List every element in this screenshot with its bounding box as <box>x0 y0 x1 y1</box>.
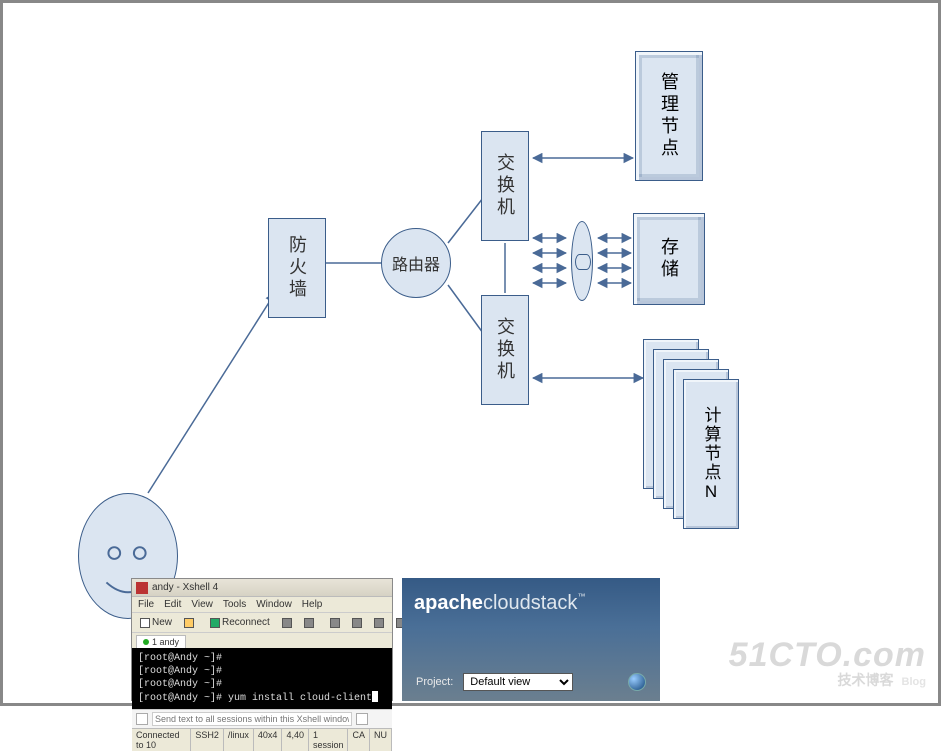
xshell-statusbar: Connected to 10 SSH2 /linux 40x4 4,40 1 … <box>132 728 392 751</box>
menu-file[interactable]: File <box>138 599 154 610</box>
broadcast-send-icon[interactable] <box>356 713 368 725</box>
storage-label: 存储 <box>656 237 682 281</box>
switch-top-label: 交换机 <box>492 153 518 219</box>
xshell-title: andy - Xshell 4 <box>152 582 218 593</box>
status-proto: SSH2 <box>191 729 224 751</box>
compute-nodes-stack: 计算节点N <box>643 339 753 529</box>
menu-window[interactable]: Window <box>256 599 292 610</box>
project-select[interactable]: Default view <box>463 673 573 691</box>
tb-icon-4[interactable] <box>348 616 366 630</box>
watermark-big: 51CTO.com <box>729 638 926 674</box>
xshell-tabs: 1 andy <box>132 633 392 648</box>
firewall-label: 防火墙 <box>284 235 310 301</box>
xshell-app-icon <box>136 582 148 594</box>
broadcast-input-row <box>132 709 392 728</box>
tb-icon-5[interactable] <box>370 616 388 630</box>
broadcast-input[interactable] <box>152 712 352 726</box>
menu-tools[interactable]: Tools <box>223 599 246 610</box>
disk-icon <box>571 221 593 301</box>
firewall-node: 防火墙 <box>268 218 326 318</box>
storage-node: 存储 <box>633 213 705 305</box>
tb-icon-3[interactable] <box>326 616 344 630</box>
reconnect-button[interactable]: Reconnect <box>206 615 274 630</box>
mgmt-node: 管理节点 <box>635 51 703 181</box>
status-dot-icon <box>143 639 149 645</box>
tb-icon-1[interactable] <box>278 616 296 630</box>
cursor-icon <box>372 691 378 702</box>
open-button[interactable] <box>180 616 198 630</box>
watermark-sub-cn: 技术博客 <box>838 673 894 688</box>
status-sessions: 1 session <box>309 729 349 751</box>
menu-edit[interactable]: Edit <box>164 599 181 610</box>
status-caps: CA <box>348 729 370 751</box>
switch-bottom-label: 交换机 <box>492 317 518 383</box>
new-button[interactable]: New <box>136 615 176 630</box>
xshell-toolbar: New Reconnect <box>132 613 392 633</box>
status-pos: 4,40 <box>282 729 309 751</box>
globe-icon[interactable] <box>628 673 646 691</box>
router-label: 路由器 <box>392 251 440 275</box>
xshell-titlebar[interactable]: andy - Xshell 4 <box>132 579 392 597</box>
compute-node-label: 计算节点N <box>699 406 724 503</box>
project-label: Project: <box>416 676 453 688</box>
status-num: NU <box>370 729 392 751</box>
switch-bottom-node: 交换机 <box>481 295 529 405</box>
broadcast-toggle-icon[interactable] <box>136 713 148 725</box>
mgmt-node-label: 管理节点 <box>656 72 682 160</box>
status-connected: Connected to 10 <box>132 729 191 751</box>
router-node: 路由器 <box>381 228 451 298</box>
watermark: 51CTO.com 技术博客 Blog <box>729 638 926 689</box>
cloudstack-brand: apachecloudstack™ <box>402 578 660 615</box>
xshell-window: andy - Xshell 4 File Edit View Tools Win… <box>131 578 393 701</box>
xshell-menubar[interactable]: File Edit View Tools Window Help <box>132 597 392 613</box>
menu-view[interactable]: View <box>191 599 213 610</box>
menu-help[interactable]: Help <box>302 599 323 610</box>
watermark-sub-en: Blog <box>902 677 926 689</box>
switch-top-node: 交换机 <box>481 131 529 241</box>
terminal-output[interactable]: [root@Andy ~]# [root@Andy ~]# [root@Andy… <box>132 648 392 709</box>
project-row: Project: Default view <box>402 673 660 701</box>
cloudstack-card: apachecloudstack™ Project: Default view <box>402 578 660 701</box>
status-size: 40x4 <box>254 729 283 751</box>
tb-icon-2[interactable] <box>300 616 318 630</box>
tab-andy[interactable]: 1 andy <box>136 635 186 648</box>
status-os: /linux <box>224 729 254 751</box>
